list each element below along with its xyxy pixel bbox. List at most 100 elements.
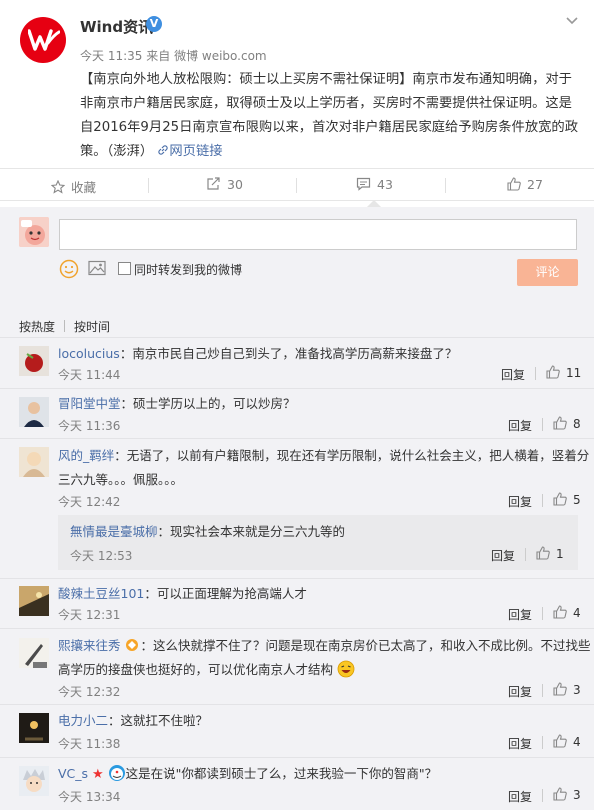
- reply-button[interactable]: 回复: [508, 493, 532, 510]
- divider: [296, 178, 297, 193]
- divider: [542, 684, 543, 697]
- commenter-name[interactable]: VC_s: [58, 766, 88, 781]
- image-icon[interactable]: [88, 260, 106, 276]
- comment-like-button[interactable]: 4: [553, 605, 581, 620]
- verified-icon: V: [146, 16, 162, 32]
- forward-label: 同时转发到我的微博: [134, 263, 243, 277]
- web-link[interactable]: 网页链接: [157, 144, 223, 159]
- commenter-avatar[interactable]: [19, 638, 49, 668]
- commenter-name[interactable]: 酸辣土豆丝101: [58, 586, 144, 601]
- wind-logo-icon: [28, 29, 60, 51]
- comment-caret: [367, 200, 381, 207]
- divider: [0, 628, 594, 629]
- comment-text: ：这么快就撑不住了？问题是现在南京房价已太高了，和收入不成比例。不过找些: [140, 638, 591, 653]
- my-avatar-image: [19, 217, 49, 247]
- thumbs-up-icon: [553, 416, 567, 430]
- forward-checkbox[interactable]: [118, 262, 131, 275]
- favorite-button[interactable]: 收藏: [50, 177, 96, 196]
- comment-like-button[interactable]: 11: [546, 365, 581, 380]
- sub-reply-line: 無情最是臺城柳：现实社会本来就是分三六九等的: [70, 521, 345, 540]
- comment-like-count: 11: [566, 366, 582, 380]
- web-link-label: 网页链接: [169, 144, 223, 159]
- submit-comment-button[interactable]: 评论: [517, 259, 578, 286]
- post-time[interactable]: 今天 11:35: [80, 49, 142, 63]
- avatar-image: [19, 638, 49, 668]
- divider: [445, 178, 446, 193]
- comment-like-button[interactable]: 8: [553, 416, 581, 431]
- post-source[interactable]: 微博 weibo.com: [174, 49, 267, 63]
- divider: [542, 607, 543, 620]
- commenter-avatar[interactable]: [19, 447, 49, 477]
- comment-like-count: 4: [573, 606, 581, 620]
- comment-text-continued: 三六九等。。。佩服。。。: [58, 472, 184, 487]
- comment-text: ：这就扛不住啦？: [108, 713, 209, 728]
- comment-like-button[interactable]: 4: [553, 734, 581, 749]
- comment-text-continued: 高学历的接盘侠也挺好的，可以优化南京人才结构: [58, 658, 355, 682]
- sort-by-time-tab[interactable]: 按时间: [74, 318, 110, 335]
- reply-button[interactable]: 回复: [501, 366, 525, 383]
- comment-like-count: 3: [573, 788, 581, 802]
- comment-time: 今天 12:42: [58, 495, 121, 509]
- comment-text: ：硕士学历以上的，可以炒房？: [120, 396, 296, 411]
- like-count: 27: [527, 177, 543, 192]
- post-body: 【南京向外地人放松限购：硕士以上买房不需社保证明】南京市发布通知明确，对于非南京…: [80, 68, 580, 164]
- commenter-name[interactable]: 熙攘来往秀: [58, 638, 121, 653]
- sort-by-hot-tab[interactable]: 按热度: [19, 318, 55, 335]
- divider: [0, 438, 594, 439]
- reply-button[interactable]: 回复: [491, 547, 515, 564]
- divider: [0, 578, 594, 579]
- comment-time: 今天 11:38: [58, 737, 121, 751]
- comment-icon: [356, 177, 371, 191]
- divider: [0, 337, 594, 338]
- divider: [0, 704, 594, 705]
- star-icon: [50, 179, 66, 194]
- reply-button[interactable]: 回复: [508, 788, 532, 805]
- author-name[interactable]: Wind资讯: [80, 16, 153, 37]
- source-prefix: 来自: [146, 49, 171, 63]
- post-meta: 今天 11:35 来自 微博 weibo.com: [80, 47, 267, 64]
- thumbs-up-icon: [553, 734, 567, 748]
- divider: [64, 320, 65, 332]
- commenter-avatar[interactable]: [19, 766, 49, 796]
- author-avatar[interactable]: [20, 17, 66, 63]
- repost-icon: [207, 177, 220, 190]
- divider: [542, 418, 543, 431]
- comment-text: 高学历的接盘侠也挺好的，可以优化南京人才结构: [58, 662, 334, 677]
- commenter-name[interactable]: locolucius: [58, 346, 120, 361]
- comment-count: 43: [377, 177, 393, 192]
- reply-button[interactable]: 回复: [508, 417, 532, 434]
- comment-line: 熙攘来往秀 ：这么快就撑不住了？问题是现在南京房价已太高了，和收入不成比例。不过…: [58, 634, 591, 658]
- comment-like-button[interactable]: 3: [553, 787, 581, 802]
- comment-like-count: 5: [573, 493, 581, 507]
- like-button[interactable]: 27: [507, 177, 543, 192]
- comment-line: VC_s ★ 这是在说"你都读到硕士了么，过来我验一下你的智商"？: [58, 763, 437, 782]
- comment-like-button[interactable]: 3: [553, 682, 581, 697]
- comment-like-count: 8: [573, 417, 581, 431]
- commenter-name[interactable]: 冒阳堂中堂: [58, 396, 121, 411]
- commenter-name[interactable]: 风的_羁绊: [58, 448, 114, 463]
- reply-button[interactable]: 回复: [508, 735, 532, 752]
- comment-time: 今天 13:34: [58, 790, 121, 804]
- commenter-name[interactable]: 电力小二: [58, 713, 108, 728]
- thumbs-up-icon: [536, 546, 550, 560]
- comment-like-button[interactable]: 5: [553, 492, 581, 507]
- thumbs-up-icon: [553, 492, 567, 506]
- commenter-avatar[interactable]: [19, 713, 49, 743]
- repost-button[interactable]: 30: [206, 177, 243, 192]
- comment-text: ：可以正面理解为抢高端人才: [144, 586, 307, 601]
- comment-text: 这是在说"你都读到硕士了么，过来我验一下你的智商"？: [125, 766, 438, 781]
- comment-button[interactable]: 43: [356, 177, 393, 192]
- reply-button[interactable]: 回复: [508, 683, 532, 700]
- comment-text: ：南京市民自己炒自己到头了，准备找高学历高薪来接盘了？: [119, 346, 458, 361]
- commenter-avatar[interactable]: [19, 586, 49, 616]
- commenter-avatar[interactable]: [19, 346, 49, 376]
- commenter-avatar[interactable]: [19, 397, 49, 427]
- emoji-icon[interactable]: [59, 259, 79, 279]
- chevron-down-icon[interactable]: [565, 14, 579, 28]
- my-avatar[interactable]: [19, 217, 49, 247]
- comment-input[interactable]: [59, 219, 577, 250]
- comment-like-button[interactable]: 1: [536, 546, 564, 561]
- reply-button[interactable]: 回复: [508, 606, 532, 623]
- thumbs-up-icon: [553, 682, 567, 696]
- sub-commenter-name[interactable]: 無情最是臺城柳: [70, 524, 158, 539]
